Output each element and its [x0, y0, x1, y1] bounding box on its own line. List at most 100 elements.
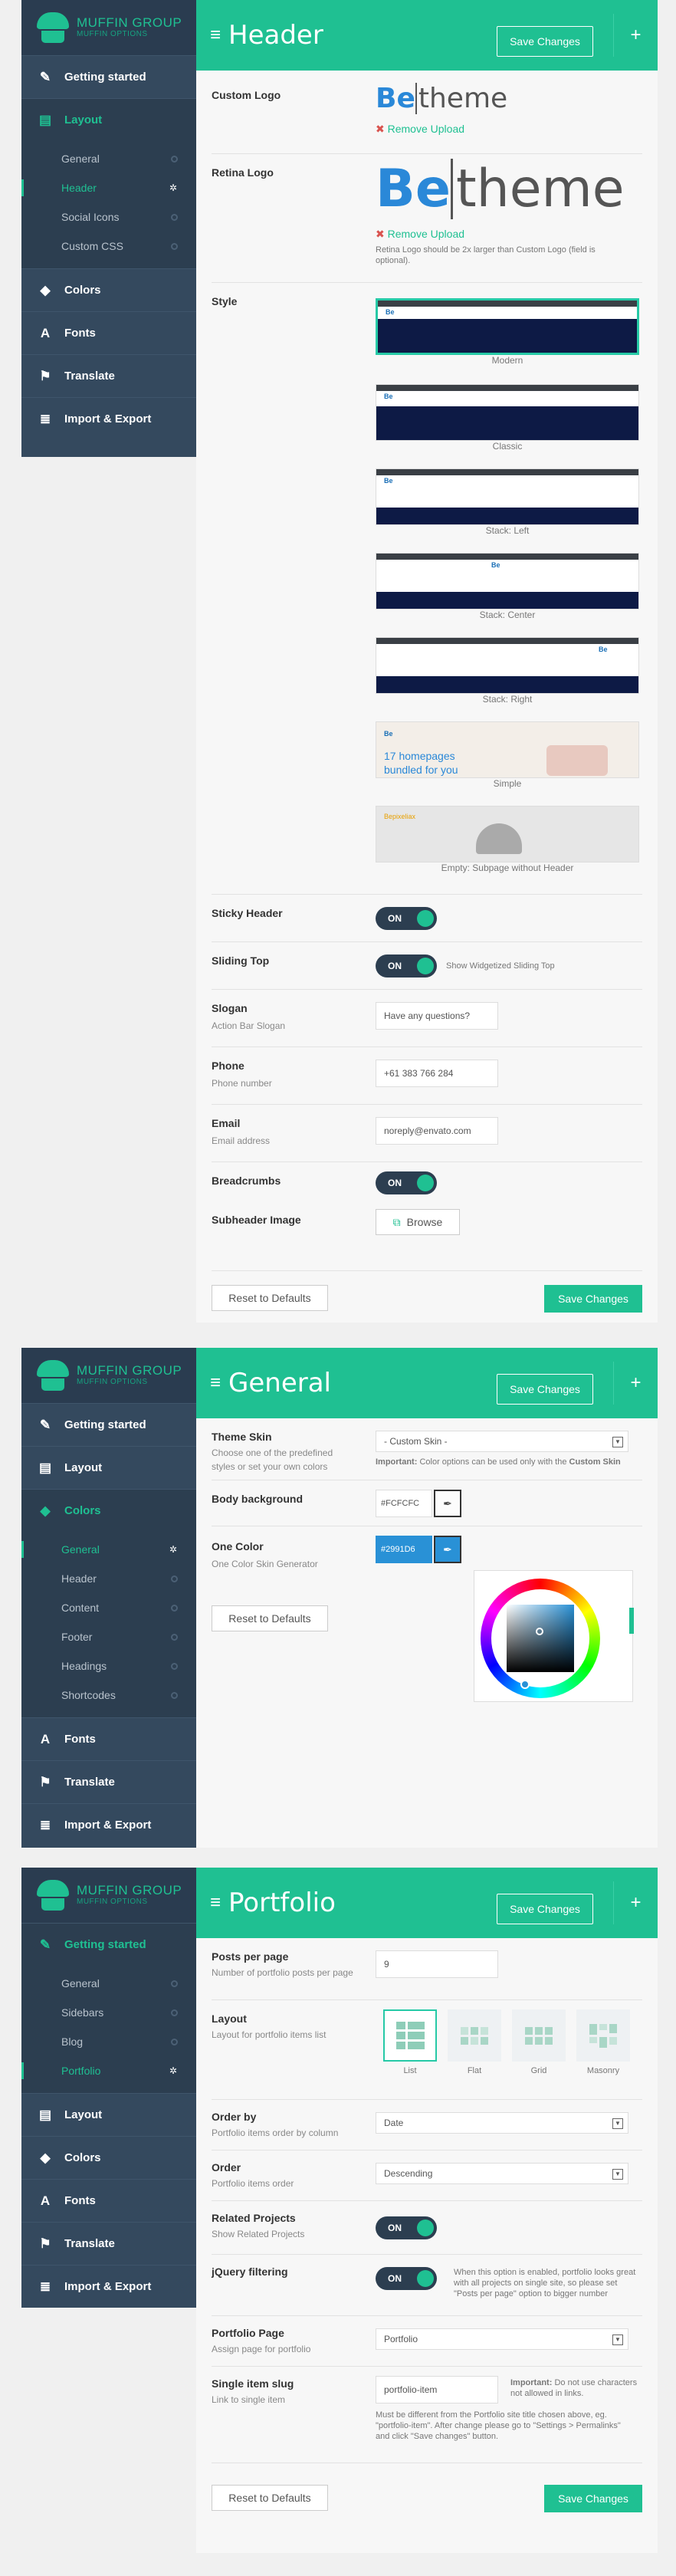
breadcrumbs-toggle[interactable]: ON [376, 1171, 437, 1194]
slogan-row: Slogan Action Bar Slogan Have any questi… [212, 989, 642, 1046]
sidebar-item-translate[interactable]: ⚑ Translate [21, 354, 196, 397]
sidebar-subitem-shortcodes[interactable]: Shortcodes [21, 1681, 196, 1710]
style-option-simple[interactable]: Be 17 homepages bundled for you Simple [376, 721, 639, 789]
picker-handle[interactable] [536, 1628, 543, 1635]
theme-skin-select[interactable]: - Custom Skin - ▼ [376, 1431, 628, 1452]
layout-option-list[interactable]: List [383, 2009, 437, 2075]
sidebar-subitem-general[interactable]: General [21, 144, 196, 173]
sidebar-subitem-custom-css[interactable]: Custom CSS [21, 232, 196, 261]
saturation-square[interactable] [507, 1605, 574, 1672]
order-select[interactable]: Descending ▼ [376, 2163, 628, 2184]
remove-upload-link[interactable]: ✖ Remove Upload [376, 123, 464, 136]
sidebar-subitem-footer[interactable]: Footer [21, 1622, 196, 1651]
jquery-filtering-toggle[interactable]: ON [376, 2267, 437, 2290]
slug-input[interactable]: portfolio-item [376, 2376, 498, 2404]
hue-handle[interactable] [520, 1680, 530, 1689]
slogan-input[interactable]: Have any questions? [376, 1002, 498, 1030]
save-button-bottom[interactable]: Save Changes [544, 2485, 642, 2512]
sidebar-item-fonts[interactable]: A Fonts [21, 2179, 196, 2222]
reset-button[interactable]: Reset to Defaults [212, 1285, 328, 1311]
menu-icon[interactable]: ≡ [210, 1372, 221, 1394]
sidebar-item-getting-started[interactable]: ✎ Getting started [21, 55, 196, 98]
style-option-stack-center[interactable]: Be Stack: Center [376, 553, 639, 620]
layout-option-masonry[interactable]: Masonry [576, 2009, 630, 2075]
retina-logo-row: Retina Logo Be theme ✖ Remove Upload Reti… [212, 153, 642, 282]
sidebar-subitem-header[interactable]: Header [21, 1564, 196, 1593]
remove-upload-link[interactable]: ✖ Remove Upload [376, 228, 464, 241]
sidebar-subitem-general[interactable]: General [21, 1969, 196, 1998]
theme-skin-row: Theme Skin Choose one of the predefined … [212, 1418, 642, 1480]
body-background-row: Body background #FCFCFC ✒ [212, 1480, 642, 1526]
sidebar: MUFFIN GROUP MUFFIN OPTIONS ✎ Getting star… [21, 0, 196, 457]
sidebar-subitem-header[interactable]: Header ✲ [21, 173, 196, 202]
browse-button[interactable]: ⧉ Browse [376, 1209, 460, 1235]
sidebar-subitem-general[interactable]: General ✲ [21, 1535, 196, 1564]
color-picker-popup[interactable] [474, 1570, 634, 1702]
style-option-empty[interactable]: Bepixeliax Empty: Subpage without Header [376, 806, 639, 873]
dot-icon [171, 213, 178, 221]
layout-option-flat[interactable]: Flat [448, 2009, 501, 2075]
menu-icon[interactable]: ≡ [210, 1892, 221, 1914]
save-button[interactable]: Save Changes [497, 1374, 593, 1405]
sidebar-item-layout[interactable]: ▤ Layout [21, 98, 196, 141]
sidebar-subitem-portfolio[interactable]: Portfolio ✲ [21, 2056, 196, 2085]
save-button[interactable]: Save Changes [497, 26, 593, 57]
style-option-stack-right[interactable]: Be Stack: Right [376, 637, 639, 705]
footer-actions: Reset to Defaults Save Changes [212, 1270, 642, 1322]
sidebar-item-getting-started[interactable]: ✎ Getting started [21, 1923, 196, 1966]
muffin-icon [35, 1878, 71, 1912]
expand-button[interactable]: + [613, 1362, 658, 1405]
layout-option-grid[interactable]: Grid [512, 2009, 566, 2075]
sidebar-subitem-blog[interactable]: Blog [21, 2027, 196, 2056]
save-button-bottom[interactable]: Save Changes [544, 1285, 642, 1313]
sidebar-item-import-export[interactable]: ≣ Import & Export [21, 397, 196, 440]
panel-header: ≡ Portfolio Save Changes + [196, 1868, 658, 1938]
reset-button[interactable]: Reset to Defaults [212, 1605, 328, 1631]
muffin-icon [35, 1359, 71, 1392]
sidebar-item-fonts[interactable]: A Fonts [21, 1717, 196, 1760]
sidebar-subitem-headings[interactable]: Headings [21, 1651, 196, 1681]
one-color-input[interactable]: #2991D6 [376, 1536, 432, 1563]
sidebar-item-translate[interactable]: ⚑ Translate [21, 2222, 196, 2265]
sidebar-subitem-content[interactable]: Content [21, 1593, 196, 1622]
order-by-row: Order by Portfolio items order by column… [212, 2099, 642, 2150]
color-swatch-one[interactable]: ✒ [434, 1536, 461, 1563]
phone-row: Phone Phone number +61 383 766 284 [212, 1046, 642, 1104]
order-by-select[interactable]: Date ▼ [376, 2112, 628, 2134]
expand-button[interactable]: + [613, 1881, 658, 1924]
save-button[interactable]: Save Changes [497, 1894, 593, 1924]
style-option-modern[interactable]: Be Modern [376, 298, 639, 366]
sidebar-item-import-export[interactable]: ≣ Import & Export [21, 2265, 196, 2308]
sidebar-item-layout[interactable]: ▤ Layout [21, 1446, 196, 1489]
body-background-input[interactable]: #FCFCFC [376, 1490, 432, 1517]
phone-input[interactable]: +61 383 766 284 [376, 1060, 498, 1087]
retina-logo-preview: Be theme [376, 159, 625, 219]
style-option-stack-left[interactable]: Be Stack: Left [376, 468, 639, 536]
font-icon: A [40, 2193, 51, 2208]
sidebar-item-translate[interactable]: ⚑ Translate [21, 1760, 196, 1803]
sidebar-item-colors[interactable]: ◆ Colors [21, 268, 196, 311]
style-option-classic[interactable]: Be Classic [376, 384, 639, 452]
email-input[interactable]: noreply@envato.com [376, 1117, 498, 1145]
sidebar-subitem-sidebars[interactable]: Sidebars [21, 1998, 196, 2027]
expand-button[interactable]: + [613, 14, 658, 57]
sidebar-item-colors[interactable]: ◆ Colors [21, 1489, 196, 1532]
sidebar-item-import-export[interactable]: ≣ Import & Export [21, 1803, 196, 1846]
sidebar-item-layout[interactable]: ▤ Layout [21, 2093, 196, 2136]
sliding-top-toggle[interactable]: ON [376, 955, 437, 978]
page-title: Portfolio [228, 1888, 336, 1918]
sticky-header-toggle[interactable]: ON [376, 907, 437, 930]
sidebar-item-fonts[interactable]: A Fonts [21, 311, 196, 354]
related-projects-toggle[interactable]: ON [376, 2216, 437, 2239]
sidebar-subitem-social-icons[interactable]: Social Icons [21, 202, 196, 232]
menu-icon[interactable]: ≡ [210, 25, 221, 46]
sidebar-submenu: General ✲ Header Content Footer Headings … [21, 1532, 196, 1717]
sidebar-item-getting-started[interactable]: ✎ Getting started [21, 1403, 196, 1446]
gear-icon: ✲ [169, 2065, 178, 2076]
style-label: Style [212, 295, 238, 307]
portfolio-page-select[interactable]: Portfolio ▼ [376, 2328, 628, 2350]
color-swatch-body[interactable]: ✒ [434, 1490, 461, 1517]
posts-per-page-input[interactable]: 9 [376, 1950, 498, 1978]
reset-button[interactable]: Reset to Defaults [212, 2485, 328, 2511]
sidebar-item-colors[interactable]: ◆ Colors [21, 2136, 196, 2179]
